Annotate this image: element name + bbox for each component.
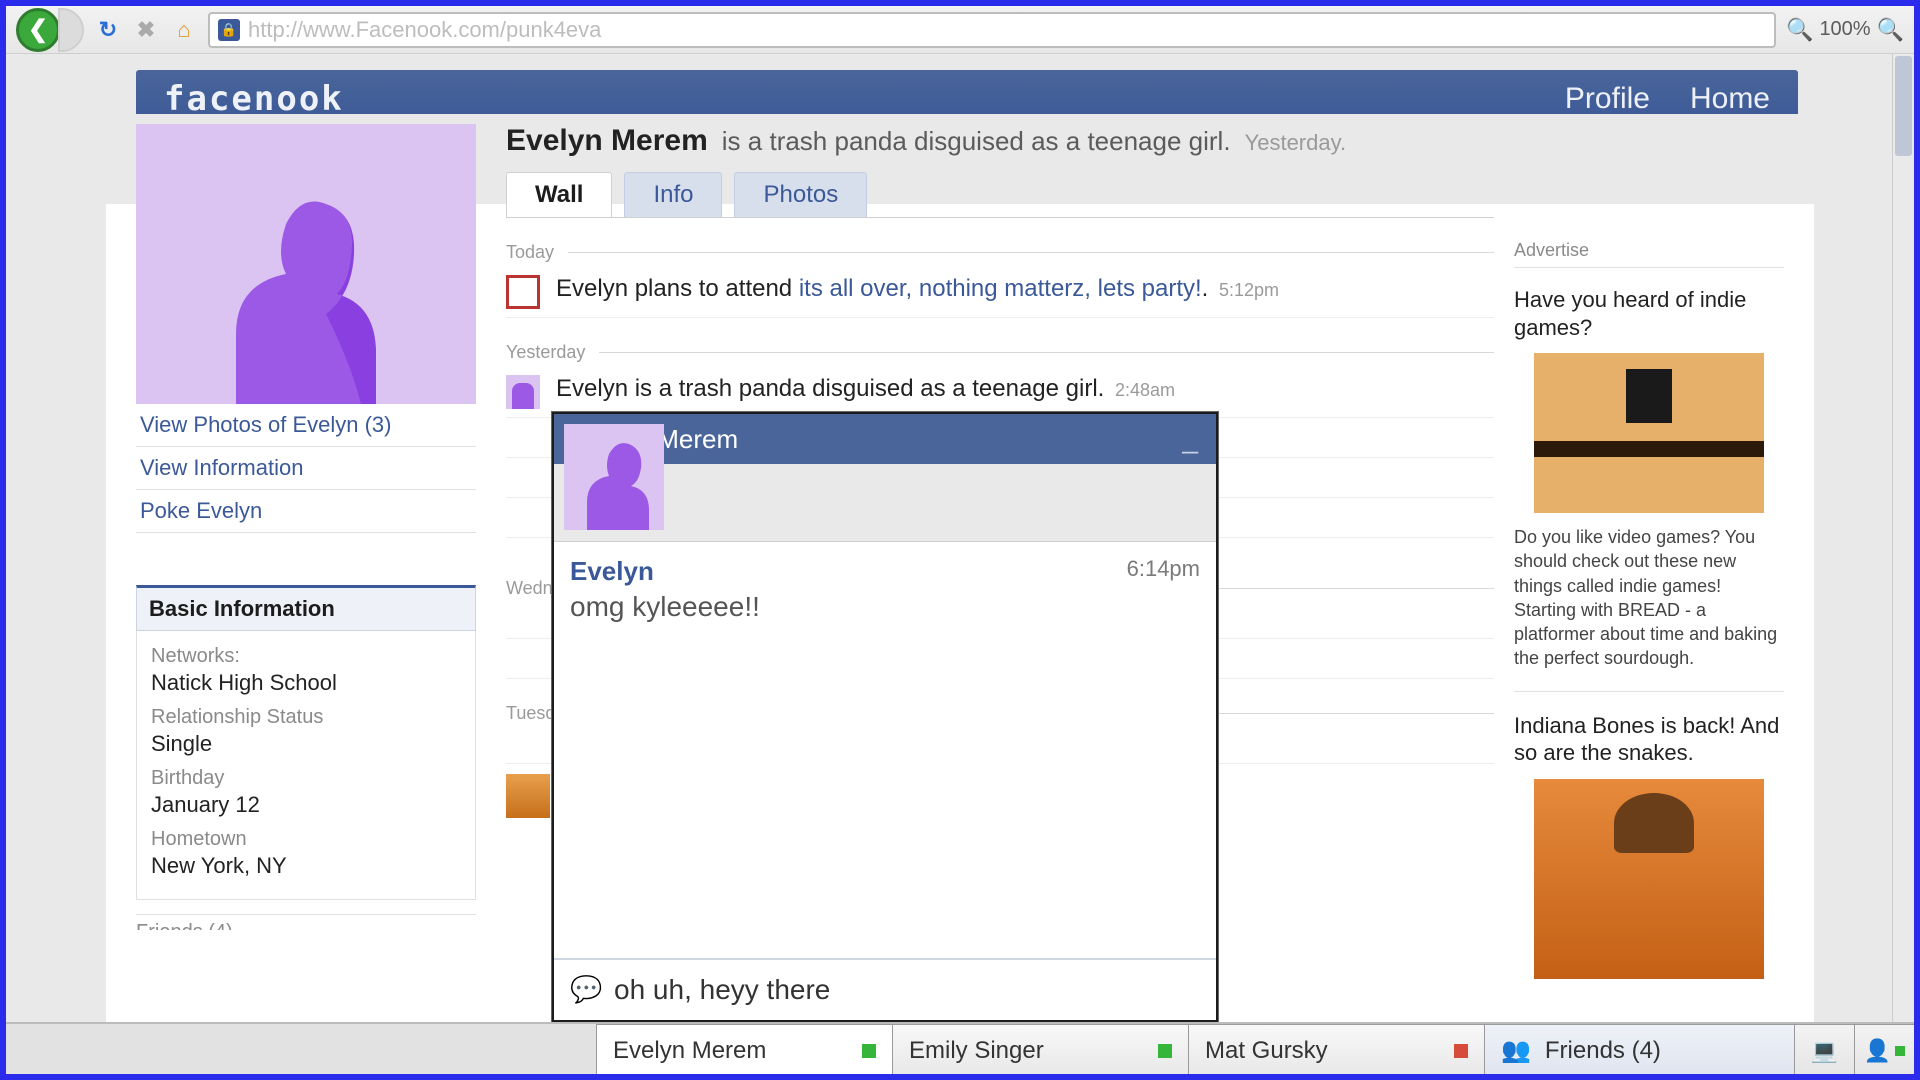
calendar-icon (506, 275, 540, 309)
chat-tab-mat[interactable]: Mat Gursky (1188, 1024, 1484, 1074)
basic-info-heading: Basic Information (136, 585, 476, 631)
chat-avatar[interactable] (564, 424, 664, 530)
friends-label: Friends (4) (1545, 1037, 1661, 1065)
ad2-image[interactable] (1534, 779, 1764, 979)
forward-button[interactable] (58, 8, 84, 52)
status-dot-online-icon (862, 1044, 876, 1058)
chat-bar: Evelyn Merem Emily Singer Mat Gursky 👥 F… (6, 1022, 1914, 1074)
chat-messages: Evelyn 6:14pm omg kyleeeee!! (554, 542, 1216, 958)
msg-text: omg kyleeeee!! (570, 591, 1200, 623)
back-button[interactable]: ❮ (16, 8, 60, 52)
chat-message: Evelyn 6:14pm omg kyleeeee!! (570, 556, 1200, 623)
nav-home[interactable]: Home (1690, 82, 1770, 116)
story-text: Evelyn is a trash panda disguised as a t… (556, 375, 1175, 409)
chat-subheader (554, 464, 1216, 542)
ad1-image[interactable] (1534, 353, 1764, 513)
ad2-title[interactable]: Indiana Bones is back! And so are the sn… (1514, 712, 1784, 767)
nav-profile[interactable]: Profile (1565, 82, 1650, 116)
basic-info-body: Networks: Natick High School Relationshi… (136, 631, 476, 900)
profile-avatar[interactable] (136, 124, 476, 404)
scrollbar-thumb[interactable] (1895, 56, 1912, 156)
profile-status-time: Yesterday. (1245, 130, 1347, 156)
ad1-title[interactable]: Have you heard of indie games? (1514, 286, 1784, 341)
story-event: Evelyn plans to attend its all over, not… (506, 267, 1494, 318)
chat-tab-label: Emily Singer (909, 1037, 1044, 1065)
value-relationship: Single (151, 731, 461, 757)
label-birthday: Birthday (151, 767, 461, 790)
page-viewport: facenook Profile Home View Photos of Eve… (6, 54, 1914, 1074)
value-birthday: January 12 (151, 792, 461, 818)
silhouette-icon (506, 375, 540, 409)
label-networks: Networks: (151, 645, 461, 668)
site-lock-icon: 🔒 (218, 19, 240, 41)
friend-thumb[interactable] (506, 774, 550, 818)
reload-icon[interactable]: ↻ (94, 16, 122, 44)
profile-status-line: Evelyn Merem is a trash panda disguised … (506, 124, 1494, 158)
advertise-heading: Advertise (1514, 240, 1784, 268)
story-status: Evelyn is a trash panda disguised as a t… (506, 367, 1494, 418)
value-hometown: New York, NY (151, 853, 461, 879)
chat-bubble-icon: 💬 (570, 974, 600, 1004)
chat-tab-evelyn[interactable]: Evelyn Merem (596, 1024, 892, 1074)
msg-time: 6:14pm (1127, 556, 1200, 582)
chat-tab-emily[interactable]: Emily Singer (892, 1024, 1188, 1074)
zoom-in-icon[interactable]: 🔍 (1877, 17, 1904, 43)
day-yesterday-label: Yesterday (506, 342, 585, 363)
tab-info[interactable]: Info (624, 172, 722, 217)
friends-tab[interactable]: 👥 Friends (4) (1484, 1024, 1794, 1074)
chat-tab-label: Mat Gursky (1205, 1037, 1328, 1065)
address-bar[interactable]: 🔒 (208, 12, 1776, 48)
tab-wall[interactable]: Wall (506, 172, 612, 217)
day-today: Today (506, 242, 1494, 263)
minimize-icon[interactable]: _ (1182, 423, 1198, 455)
day-yesterday: Yesterday (506, 342, 1494, 363)
site-logo[interactable]: facenook (164, 79, 344, 119)
link-view-photos[interactable]: View Photos of Evelyn (3) (136, 404, 476, 447)
zoom-controls: 🔍 100% 🔍 (1786, 17, 1904, 43)
left-column: View Photos of Evelyn (3) View Informati… (136, 124, 476, 930)
value-networks: Natick High School (151, 670, 461, 696)
right-column: Advertise Have you heard of indie games?… (1514, 240, 1784, 991)
label-relationship: Relationship Status (151, 706, 461, 729)
friends-icon: 👥 (1501, 1036, 1531, 1065)
ad1-body: Do you like video games? You should chec… (1514, 525, 1784, 671)
ad-separator (1514, 691, 1784, 692)
link-view-info[interactable]: View Information (136, 447, 476, 490)
profile-status: is a trash panda disguised as a teenage … (722, 126, 1231, 157)
browser-toolbar: ❮ ↻ ✖ ⌂ 🔒 🔍 100% 🔍 (6, 6, 1914, 54)
story-time: 5:12pm (1219, 280, 1279, 300)
status-dot-busy-icon (1454, 1044, 1468, 1058)
profile-name: Evelyn Merem (506, 124, 708, 158)
header-nav: Profile Home (1565, 82, 1770, 116)
tab-photos[interactable]: Photos (734, 172, 867, 217)
story-time: 2:48am (1115, 380, 1175, 400)
day-today-label: Today (506, 242, 554, 263)
stop-icon[interactable]: ✖ (132, 16, 160, 44)
status-dot-online-icon (1158, 1044, 1172, 1058)
story-after: . (1202, 275, 1209, 302)
friends-heading-cut: Friends (4) (136, 914, 476, 930)
link-poke[interactable]: Poke Evelyn (136, 490, 476, 533)
story-event-link[interactable]: its all over, nothing matterz, lets part… (799, 275, 1202, 302)
url-input[interactable] (248, 17, 1766, 43)
story-status-text: Evelyn is a trash panda disguised as a t… (556, 375, 1104, 402)
scrollbar[interactable] (1892, 54, 1914, 1074)
chat-window: Evelyn Merem _ Evelyn 6:14pm omg kyleeee… (552, 412, 1218, 1022)
chat-tab-label: Evelyn Merem (613, 1037, 766, 1065)
day-tue-label: Tuesd (506, 703, 555, 724)
msg-sender[interactable]: Evelyn (570, 556, 654, 586)
chat-draft-text[interactable]: oh uh, heyy there (614, 974, 830, 1006)
label-hometown: Hometown (151, 828, 461, 851)
tray-person-icon[interactable]: 👤 (1854, 1024, 1914, 1074)
zoom-level: 100% (1819, 18, 1870, 41)
story-text: Evelyn plans to attend its all over, not… (556, 275, 1279, 309)
tray-monitor-icon[interactable]: 💻 (1794, 1024, 1854, 1074)
story-prefix: Evelyn plans to attend (556, 275, 799, 302)
day-wed-label: Wedn (506, 578, 553, 599)
profile-tabs: Wall Info Photos (506, 172, 1494, 218)
home-icon[interactable]: ⌂ (170, 16, 198, 44)
chat-tray: 💻 👤 (1794, 1024, 1914, 1074)
chat-input-area[interactable]: 💬 oh uh, heyy there (554, 958, 1216, 1020)
zoom-out-icon[interactable]: 🔍 (1786, 17, 1813, 43)
